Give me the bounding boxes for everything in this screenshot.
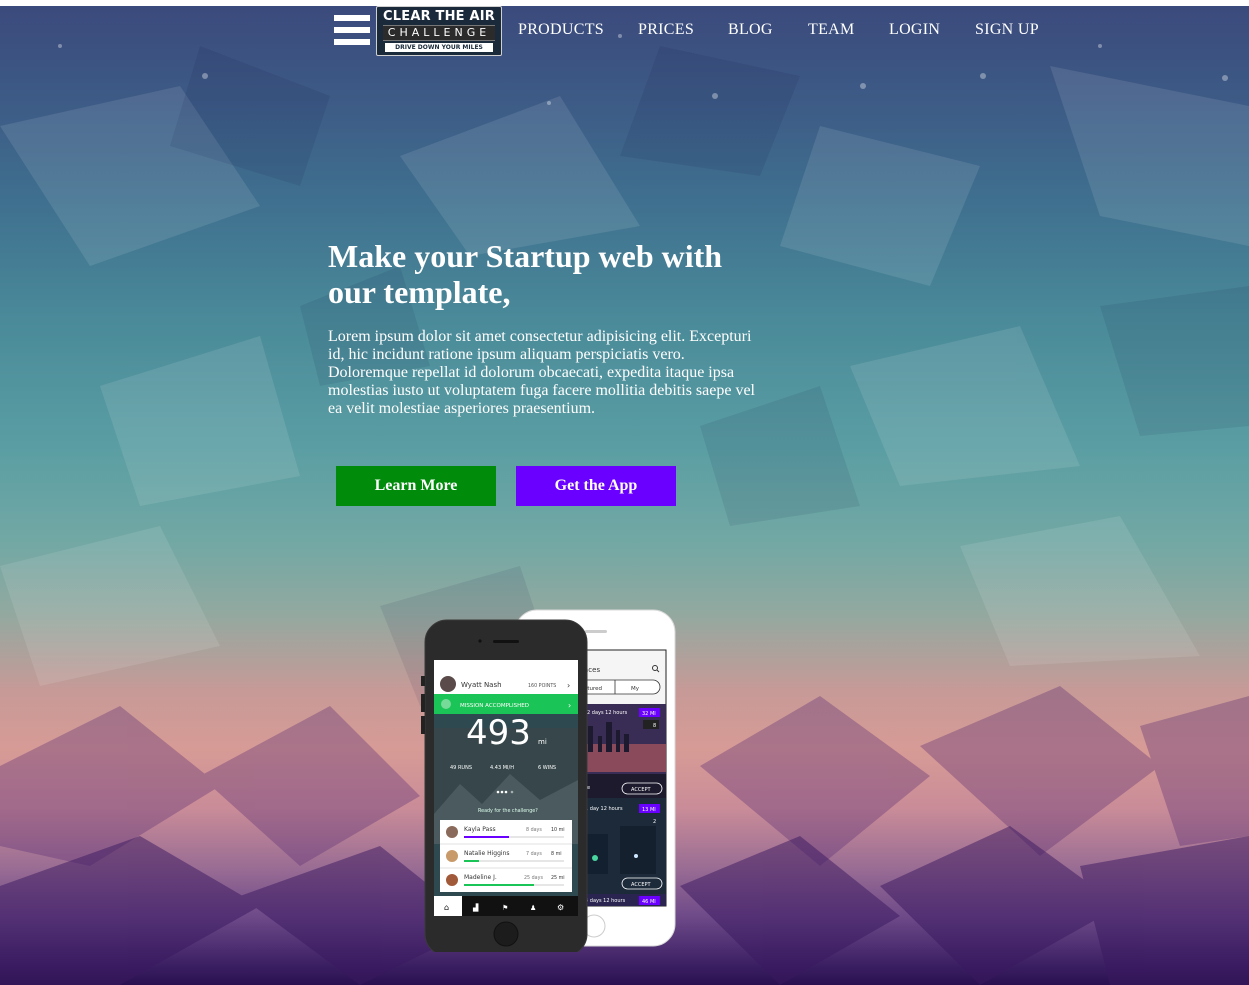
- front-big-number: 493: [466, 713, 531, 753]
- front-points: 160 POINTS: [528, 683, 556, 689]
- leader3-miles: 25 mi: [551, 875, 565, 881]
- front-unit: mi: [538, 738, 547, 746]
- leader3-name: Madeline J.: [464, 874, 497, 881]
- app-phones-mockup: aces atured My 2 days 12 hours 32 MI 8 e…: [421, 609, 676, 952]
- front-user-name: Wyatt Nash: [461, 681, 502, 689]
- stats-icon[interactable]: ▟: [473, 903, 479, 912]
- front-stat-wins: 6 WINS: [538, 765, 556, 771]
- back-card2-time: 1 day 12 hours: [585, 806, 623, 812]
- back-card1-time: 2 days 12 hours: [587, 710, 628, 716]
- gear-icon[interactable]: ⚙: [557, 903, 564, 912]
- dark-phone: Wyatt Nash 160 POINTS › MISSION ACCOMPLI…: [421, 619, 588, 952]
- hero-description: Lorem ipsum dolor sit amet consectetur a…: [328, 328, 755, 417]
- home-icon[interactable]: ⌂: [444, 903, 449, 912]
- leader1-progress: [464, 836, 509, 838]
- leader3-days: 25 days: [524, 875, 543, 881]
- leader2-miles: 8 mi: [551, 851, 562, 857]
- front-stat-speed: 4.43 MI/H: [490, 765, 514, 771]
- hero-title: Make your Startup web with our template,: [328, 238, 723, 310]
- back-card2-count: 2: [653, 819, 656, 825]
- leader2-days: 7 days: [526, 851, 542, 857]
- runner-icon[interactable]: ♟: [530, 904, 536, 912]
- chevron-right-icon: ›: [568, 701, 571, 710]
- front-stat-runs: 49 RUNS: [450, 765, 472, 771]
- leader3-progress: [464, 884, 534, 886]
- nav-signup-link[interactable]: SIGN UP: [975, 21, 1039, 39]
- logo-line2: CHALLENGE: [383, 25, 495, 41]
- leader2-name: Natalie Higgins: [464, 850, 510, 857]
- leader1-miles: 10 mi: [551, 827, 565, 833]
- clear-the-air-logo[interactable]: CLEAR THE AIR CHALLENGE DRIVE DOWN YOUR …: [376, 6, 502, 56]
- front-mission-banner: MISSION ACCOMPLISHED: [460, 703, 529, 709]
- logo-tagline: DRIVE DOWN YOUR MILES: [385, 43, 493, 52]
- leader1-days: 8 days: [526, 827, 542, 833]
- leader2-progress: [464, 860, 479, 862]
- get-the-app-button[interactable]: Get the App: [516, 466, 676, 506]
- back-card2-accept-button[interactable]: ACCEPT: [631, 882, 651, 888]
- back-tab-my: My: [631, 686, 640, 692]
- flag-icon[interactable]: ⚑: [502, 904, 508, 912]
- back-card2-miles: 13 MI: [642, 807, 656, 813]
- leader1-name: Kayla Pass: [464, 826, 496, 833]
- nav-team-link[interactable]: TEAM: [808, 21, 855, 39]
- top-navigation: CLEAR THE AIR CHALLENGE DRIVE DOWN YOUR …: [0, 6, 1249, 62]
- logo-line1: CLEAR THE AIR: [383, 9, 495, 24]
- back-card3-miles: 46 MI: [642, 899, 656, 905]
- nav-blog-link[interactable]: BLOG: [728, 21, 773, 39]
- back-card3-time: 3 days 12 hours: [585, 898, 626, 904]
- nav-login-link[interactable]: LOGIN: [889, 21, 940, 39]
- learn-more-button[interactable]: Learn More: [336, 466, 496, 506]
- back-card1-accept-button[interactable]: ACCEPT: [631, 787, 651, 793]
- nav-prices-link[interactable]: PRICES: [638, 21, 694, 39]
- hero-section: CLEAR THE AIR CHALLENGE DRIVE DOWN YOUR …: [0, 6, 1249, 985]
- hamburger-icon[interactable]: [334, 15, 370, 47]
- front-challenge-prompt: Ready for the challenge?: [478, 808, 538, 814]
- nav-products-link[interactable]: PRODUCTS: [518, 21, 604, 39]
- chevron-right-icon: ›: [567, 681, 570, 690]
- back-card1-miles: 32 MI: [642, 711, 656, 717]
- back-card1-count: 8: [653, 723, 656, 729]
